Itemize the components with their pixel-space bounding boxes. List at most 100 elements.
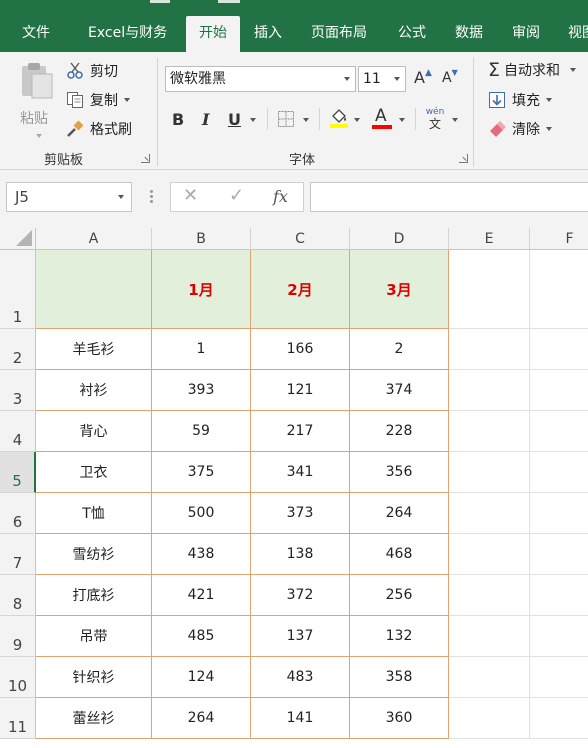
table-cell[interactable]: 137: [251, 616, 350, 657]
italic-button[interactable]: I: [202, 110, 209, 129]
row-header-5[interactable]: 5: [0, 452, 36, 493]
table-cell[interactable]: 132: [350, 616, 449, 657]
row-header-9[interactable]: 9: [0, 616, 36, 657]
font-launcher-icon[interactable]: [459, 154, 468, 163]
table-cell[interactable]: 124: [152, 657, 251, 698]
font-size-dropdown[interactable]: 11: [358, 66, 406, 92]
table-cell[interactable]: 358: [350, 657, 449, 698]
table-cell[interactable]: 121: [251, 370, 350, 411]
table-cell[interactable]: 卫衣: [36, 452, 152, 493]
tab-page-layout[interactable]: 页面布局: [311, 16, 367, 52]
row-header-11[interactable]: 11: [0, 698, 36, 739]
empty-cell[interactable]: [449, 616, 530, 657]
cut-button[interactable]: 剪切: [66, 61, 118, 81]
header-cell[interactable]: 3月: [350, 250, 449, 329]
clipboard-launcher-icon[interactable]: [141, 154, 150, 163]
table-cell[interactable]: 483: [251, 657, 350, 698]
tab-insert[interactable]: 插入: [254, 16, 282, 52]
table-cell[interactable]: 217: [251, 411, 350, 452]
table-cell[interactable]: 264: [350, 493, 449, 534]
tab-review[interactable]: 审阅: [512, 16, 540, 52]
empty-cell[interactable]: [530, 493, 588, 534]
row-header-1[interactable]: 1: [0, 250, 36, 329]
paste-button[interactable]: 粘贴: [14, 60, 58, 140]
column-header-b[interactable]: B: [152, 228, 251, 250]
table-cell[interactable]: T恤: [36, 493, 152, 534]
row-header-6[interactable]: 6: [0, 493, 36, 534]
header-cell[interactable]: 2月: [251, 250, 350, 329]
tab-data[interactable]: 数据: [455, 16, 483, 52]
empty-cell[interactable]: [530, 534, 588, 575]
table-cell[interactable]: 羊毛衫: [36, 329, 152, 370]
column-header-c[interactable]: C: [251, 228, 350, 250]
insert-function-icon[interactable]: fx: [273, 187, 288, 206]
shrink-font-button[interactable]: A▼: [442, 68, 458, 86]
font-color-button[interactable]: A: [372, 106, 394, 130]
table-cell[interactable]: 雪纺衫: [36, 534, 152, 575]
empty-cell[interactable]: [530, 411, 588, 452]
empty-cell[interactable]: [449, 250, 530, 329]
empty-cell[interactable]: [530, 370, 588, 411]
header-cell[interactable]: 1月: [152, 250, 251, 329]
table-cell[interactable]: 341: [251, 452, 350, 493]
autosum-button[interactable]: Σ 自动求和: [488, 59, 577, 81]
cancel-icon[interactable]: ✕: [183, 185, 198, 206]
table-cell[interactable]: 374: [350, 370, 449, 411]
table-cell[interactable]: 372: [251, 575, 350, 616]
table-cell[interactable]: 打底衫: [36, 575, 152, 616]
formula-bar-grip-icon[interactable]: [150, 190, 153, 204]
formula-input[interactable]: [310, 182, 588, 212]
tab-home[interactable]: 开始: [186, 16, 240, 52]
row-header-10[interactable]: 10: [0, 657, 36, 698]
column-header-d[interactable]: D: [350, 228, 449, 250]
table-cell[interactable]: 438: [152, 534, 251, 575]
table-cell[interactable]: 256: [350, 575, 449, 616]
table-cell[interactable]: 468: [350, 534, 449, 575]
table-cell[interactable]: 衬衫: [36, 370, 152, 411]
table-cell[interactable]: 393: [152, 370, 251, 411]
underline-button[interactable]: U: [228, 110, 241, 129]
clear-button[interactable]: 清除: [488, 119, 552, 139]
empty-cell[interactable]: [530, 250, 588, 329]
table-cell[interactable]: 166: [251, 329, 350, 370]
table-cell[interactable]: 2: [350, 329, 449, 370]
empty-cell[interactable]: [530, 657, 588, 698]
underline-dropdown-icon[interactable]: [250, 118, 256, 122]
borders-icon[interactable]: [277, 110, 295, 128]
table-cell[interactable]: 228: [350, 411, 449, 452]
table-cell[interactable]: 373: [251, 493, 350, 534]
fill-color-icon[interactable]: [328, 107, 350, 129]
tab-excel-finance[interactable]: Excel与财务: [88, 16, 167, 52]
table-cell[interactable]: 421: [152, 575, 251, 616]
table-cell[interactable]: 吊带: [36, 616, 152, 657]
table-cell[interactable]: 59: [152, 411, 251, 452]
grow-font-button[interactable]: A▲: [414, 68, 432, 87]
empty-cell[interactable]: [449, 534, 530, 575]
table-cell[interactable]: 背心: [36, 411, 152, 452]
select-all-button[interactable]: [0, 228, 36, 250]
column-header-f[interactable]: F: [530, 228, 588, 250]
format-painter-button[interactable]: 格式刷: [66, 119, 132, 139]
table-cell[interactable]: 蕾丝衫: [36, 698, 152, 739]
enter-icon[interactable]: ✓: [229, 185, 244, 206]
font-name-dropdown[interactable]: 微软雅黑: [165, 66, 356, 92]
empty-cell[interactable]: [449, 452, 530, 493]
table-cell[interactable]: 138: [251, 534, 350, 575]
empty-cell[interactable]: [530, 698, 588, 739]
bold-button[interactable]: B: [172, 110, 184, 129]
row-header-8[interactable]: 8: [0, 575, 36, 616]
tab-file[interactable]: 文件: [22, 16, 50, 52]
table-cell[interactable]: 375: [152, 452, 251, 493]
row-header-3[interactable]: 3: [0, 370, 36, 411]
empty-cell[interactable]: [449, 575, 530, 616]
column-header-e[interactable]: E: [449, 228, 530, 250]
tab-view[interactable]: 视图: [568, 16, 588, 52]
empty-cell[interactable]: [530, 616, 588, 657]
copy-button[interactable]: 复制: [66, 90, 130, 110]
table-cell[interactable]: 1: [152, 329, 251, 370]
name-box[interactable]: J5: [6, 182, 132, 212]
row-header-4[interactable]: 4: [0, 411, 36, 452]
empty-cell[interactable]: [530, 452, 588, 493]
table-cell[interactable]: 485: [152, 616, 251, 657]
table-cell[interactable]: 356: [350, 452, 449, 493]
